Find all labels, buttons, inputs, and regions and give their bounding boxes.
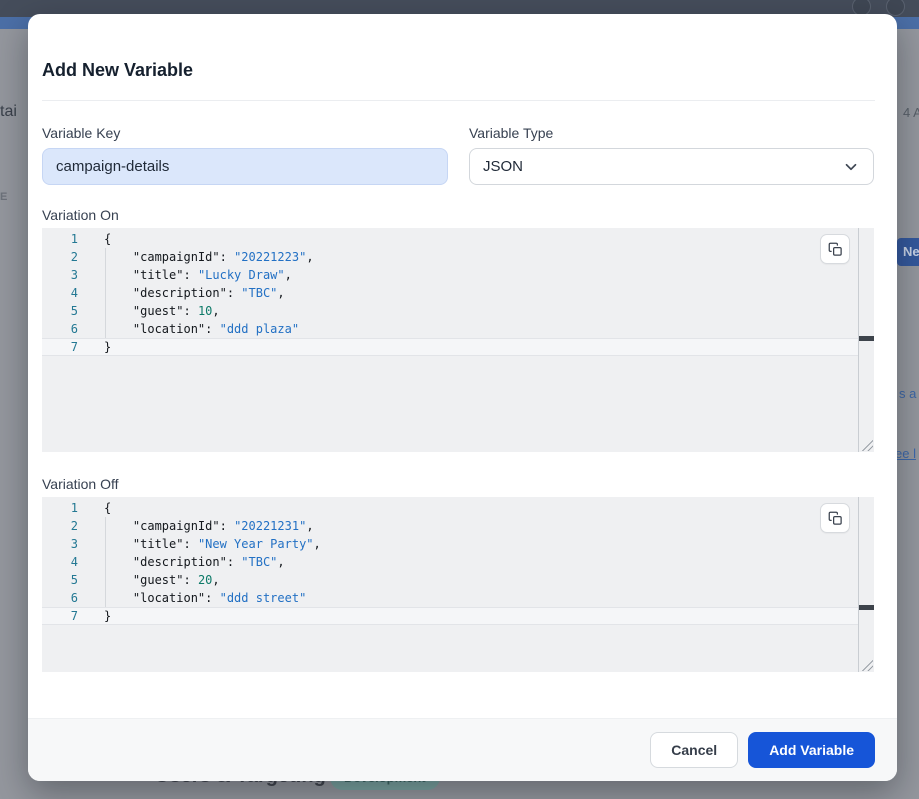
code-text: "description": "TBC", (104, 284, 285, 302)
code-lines: 1{2 "campaignId": "20221223",3 "title": … (42, 228, 858, 356)
code-text: "campaignId": "20221231", (104, 517, 314, 535)
modal-title: Add New Variable (42, 60, 193, 81)
line-number: 3 (42, 535, 78, 553)
code-text: "location": "ddd plaza" (104, 320, 299, 338)
variable-key-input[interactable] (42, 148, 448, 185)
chevron-down-icon (842, 158, 860, 176)
code-line[interactable]: 2 "campaignId": "20221223", (42, 248, 858, 266)
code-lines: 1{2 "campaignId": "20221231",3 "title": … (42, 497, 858, 625)
variable-type-value: JSON (483, 158, 523, 175)
indent-guide (105, 248, 106, 338)
code-line[interactable]: 6 "location": "ddd plaza" (42, 320, 858, 338)
modal-footer: Cancel Add Variable (28, 718, 897, 781)
divider (42, 100, 875, 101)
code-text: } (104, 607, 111, 625)
cancel-button[interactable]: Cancel (650, 732, 738, 768)
variable-key-label: Variable Key (42, 125, 120, 141)
line-number: 5 (42, 571, 78, 589)
line-number: 7 (42, 338, 78, 356)
editor-scrollbar[interactable] (858, 228, 874, 452)
background-text-fragment: 4 A (903, 105, 919, 120)
scrollbar-cursor-marker[interactable] (859, 336, 874, 341)
line-number: 7 (42, 607, 78, 625)
line-number: 4 (42, 553, 78, 571)
variation-off-label: Variation Off (42, 476, 119, 492)
indent-guide (105, 517, 106, 607)
code-line[interactable]: 7} (42, 338, 858, 356)
code-line[interactable]: 3 "title": "Lucky Draw", (42, 266, 858, 284)
add-variable-modal: Add New Variable Variable Key Variable T… (28, 14, 897, 781)
line-number: 5 (42, 302, 78, 320)
line-number: 1 (42, 230, 78, 248)
copy-button[interactable] (820, 234, 850, 264)
line-number: 4 (42, 284, 78, 302)
code-text: { (104, 499, 111, 517)
code-line[interactable]: 1{ (42, 230, 858, 248)
line-number: 2 (42, 517, 78, 535)
scrollbar-cursor-marker[interactable] (859, 605, 874, 610)
code-text: "title": "New Year Party", (104, 535, 321, 553)
code-text: "guest": 20, (104, 571, 220, 589)
copy-icon (828, 511, 843, 526)
variation-off-editor[interactable]: 1{2 "campaignId": "20221231",3 "title": … (42, 497, 874, 672)
background-text-fragment: E (0, 191, 7, 203)
copy-button[interactable] (820, 503, 850, 533)
code-line[interactable]: 3 "title": "New Year Party", (42, 535, 858, 553)
code-text: "guest": 10, (104, 302, 220, 320)
line-number: 3 (42, 266, 78, 284)
variation-on-label: Variation On (42, 207, 119, 223)
code-line[interactable]: 7} (42, 607, 858, 625)
line-number: 6 (42, 589, 78, 607)
background-link-fragment: ee l (895, 446, 916, 461)
code-text: "description": "TBC", (104, 553, 285, 571)
code-text: "campaignId": "20221223", (104, 248, 314, 266)
copy-icon (828, 242, 843, 257)
background-button-fragment: Ne (897, 238, 919, 266)
code-line[interactable]: 4 "description": "TBC", (42, 284, 858, 302)
line-number: 1 (42, 499, 78, 517)
code-line[interactable]: 4 "description": "TBC", (42, 553, 858, 571)
code-line[interactable]: 5 "guest": 20, (42, 571, 858, 589)
code-text: "title": "Lucky Draw", (104, 266, 292, 284)
code-text: } (104, 338, 111, 356)
code-text: "location": "ddd street" (104, 589, 306, 607)
code-line[interactable]: 2 "campaignId": "20221231", (42, 517, 858, 535)
variable-type-select[interactable]: JSON (469, 148, 874, 185)
line-number: 2 (42, 248, 78, 266)
code-line[interactable]: 5 "guest": 10, (42, 302, 858, 320)
background-link-fragment: s a (899, 386, 916, 401)
add-variable-button[interactable]: Add Variable (748, 732, 875, 768)
code-text: { (104, 230, 111, 248)
code-line[interactable]: 6 "location": "ddd street" (42, 589, 858, 607)
variation-on-editor[interactable]: 1{2 "campaignId": "20221223",3 "title": … (42, 228, 874, 452)
avatar (886, 0, 905, 16)
code-line[interactable]: 1{ (42, 499, 858, 517)
variable-type-label: Variable Type (469, 125, 553, 141)
line-number: 6 (42, 320, 78, 338)
background-text-fragment: tai (0, 103, 17, 121)
editor-scrollbar[interactable] (858, 497, 874, 672)
